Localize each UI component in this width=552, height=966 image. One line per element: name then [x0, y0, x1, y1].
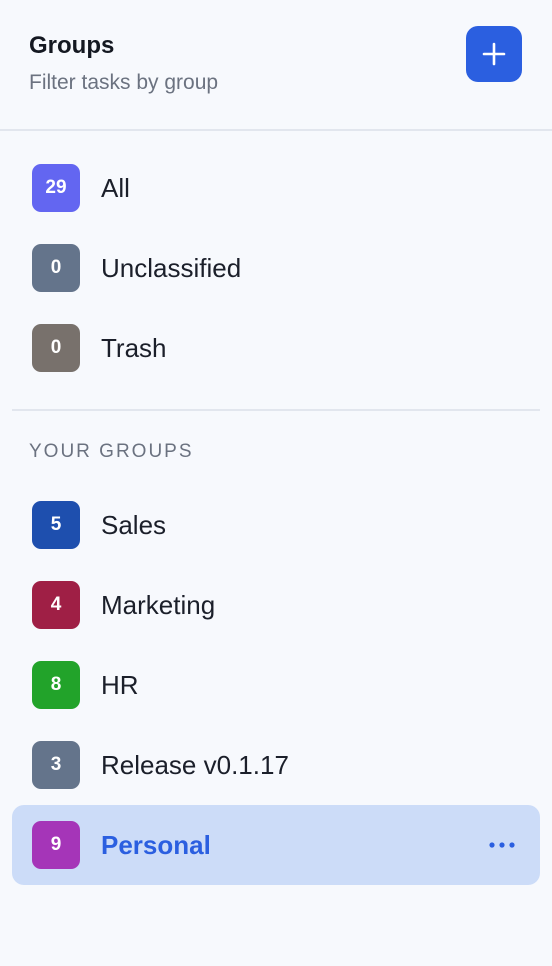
- group-item-marketing[interactable]: 4 Marketing: [12, 565, 540, 645]
- count-badge: 0: [32, 244, 80, 292]
- group-label: HR: [101, 670, 139, 700]
- groups-panel: Groups Filter tasks by group 29 All 0 Un…: [0, 0, 552, 966]
- count-badge: 3: [32, 741, 80, 789]
- group-item-hr[interactable]: 8 HR: [12, 645, 540, 725]
- plus-icon: [482, 42, 506, 66]
- group-label: Personal: [101, 830, 211, 860]
- group-item-all[interactable]: 29 All: [12, 148, 540, 228]
- group-label: Unclassified: [101, 253, 242, 283]
- count-badge: 4: [32, 581, 80, 629]
- user-group-list: 5 Sales 4 Marketing 8 HR 3 Release v0.1.…: [0, 463, 552, 885]
- group-label: Release v0.1.17: [101, 750, 289, 780]
- group-options-button[interactable]: [486, 829, 518, 861]
- group-item-trash[interactable]: 0 Trash: [12, 308, 540, 388]
- count-badge: 5: [32, 501, 80, 549]
- group-item-sales[interactable]: 5 Sales: [12, 485, 540, 565]
- group-item-release[interactable]: 3 Release v0.1.17: [12, 725, 540, 805]
- count-badge: 8: [32, 661, 80, 709]
- count-badge: 0: [32, 324, 80, 372]
- group-label: Sales: [101, 510, 167, 540]
- panel-header: Groups Filter tasks by group: [0, 0, 552, 131]
- group-item-unclassified[interactable]: 0 Unclassified: [12, 228, 540, 308]
- group-item-personal[interactable]: 9 Personal: [12, 805, 540, 885]
- page-subtitle: Filter tasks by group: [29, 71, 219, 94]
- system-group-list: 29 All 0 Unclassified 0 Trash: [0, 131, 552, 388]
- section-heading: YOUR GROUPS: [29, 441, 194, 462]
- group-label: Trash: [101, 333, 167, 363]
- section-divider: [12, 409, 540, 411]
- more-horizontal-icon: [488, 836, 516, 854]
- page-title: Groups: [29, 32, 115, 59]
- count-badge: 9: [32, 821, 80, 869]
- group-label: Marketing: [101, 590, 216, 620]
- count-badge: 29: [32, 164, 80, 212]
- group-label: All: [101, 173, 130, 203]
- add-group-button[interactable]: [466, 26, 522, 82]
